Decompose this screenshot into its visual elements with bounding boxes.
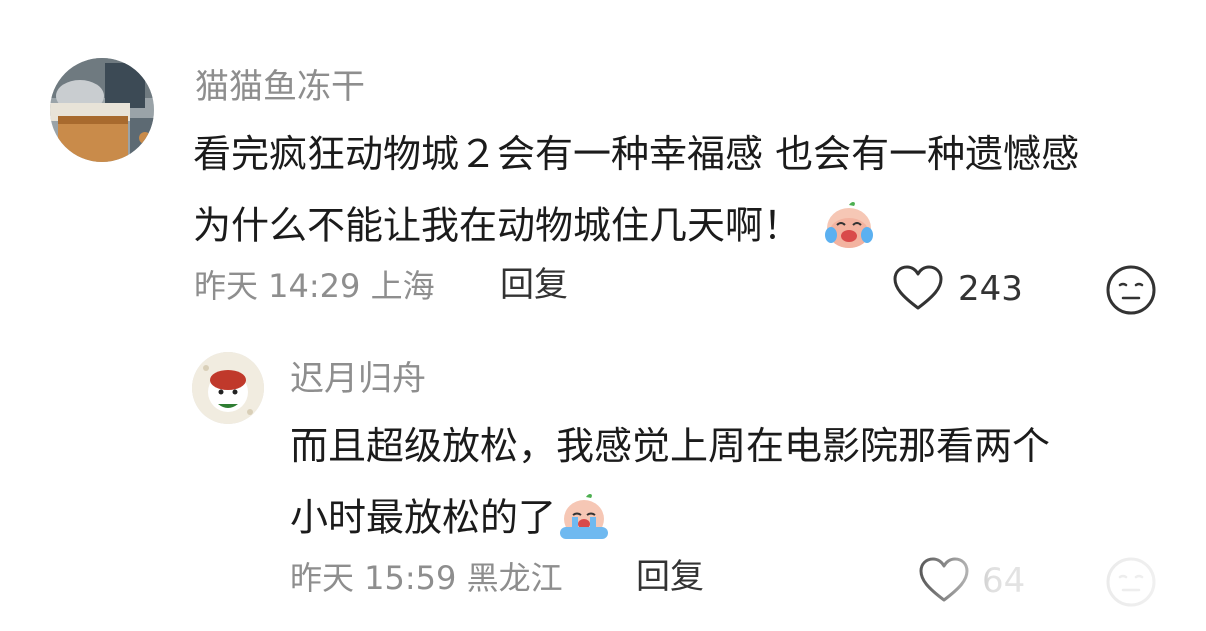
comment-text: 为什么不能让我在动物城住几天啊！ <box>193 203 802 248</box>
comment-meta: 昨天 15:59 黑龙江 <box>290 559 563 597</box>
avatar-image <box>50 58 154 162</box>
comment-text-line-2: 为什么不能让我在动物城住几天啊！ <box>193 199 875 257</box>
comment-text-line-1: 看完疯狂动物城２会有一种幸福感 也会有一种遗憾感 <box>193 132 1080 176</box>
avatar-image <box>192 352 264 424</box>
reply-button[interactable]: 回复 <box>500 268 568 302</box>
comment-text: 小时最放松的了 <box>290 495 557 540</box>
username[interactable]: 迟月归舟 <box>290 362 426 396</box>
comment-meta: 昨天 14:29 上海 <box>194 267 435 305</box>
smiley-face-icon[interactable] <box>1105 264 1157 320</box>
avatar[interactable] <box>50 58 154 162</box>
comment-text-line-1: 而且超级放松，我感觉上周在电影院那看两个 <box>290 424 1051 468</box>
crying-emoji-icon <box>556 491 612 549</box>
reply-button[interactable]: 回复 <box>636 560 704 594</box>
username[interactable]: 猫猫鱼冻干 <box>195 70 365 104</box>
watermark-overlay <box>900 556 1206 631</box>
comment-text-line-2: 小时最放松的了 <box>290 491 612 549</box>
like-count: 243 <box>958 269 1023 309</box>
avatar[interactable] <box>192 352 264 424</box>
crying-laughing-emoji-icon <box>823 199 875 257</box>
comment-thread: 猫猫鱼冻干 看完疯狂动物城２会有一种幸福感 也会有一种遗憾感 为什么不能让我在动… <box>0 0 1206 631</box>
heart-outline-icon[interactable] <box>892 264 944 316</box>
